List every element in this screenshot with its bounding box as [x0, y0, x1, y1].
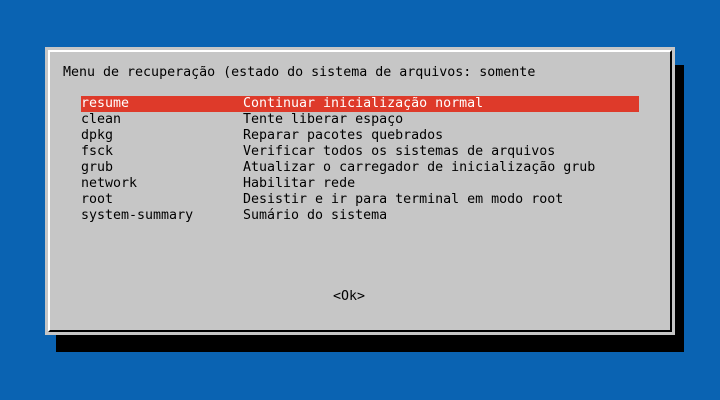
- menu-item-system-summary[interactable]: system-summary Sumário do sistema: [81, 208, 639, 224]
- menu-item-dpkg[interactable]: dpkg Reparar pacotes quebrados: [81, 128, 639, 144]
- menu-item-description: Desistir e ir para terminal em modo root: [243, 192, 564, 207]
- menu-item-resume[interactable]: resume Continuar inicialização normal: [81, 96, 639, 112]
- menu-item-network[interactable]: network Habilitar rede: [81, 176, 639, 192]
- menu-item-tag: resume: [81, 96, 130, 111]
- menu-item-description: Sumário do sistema: [243, 208, 388, 223]
- menu-item-clean[interactable]: clean Tente liberar espaço: [81, 112, 639, 128]
- menu-item-description: Habilitar rede: [243, 176, 356, 191]
- menu-item-tag: dpkg: [81, 128, 114, 143]
- menu-item-description: Continuar inicialização normal: [243, 96, 484, 111]
- menu-item-fsck[interactable]: fsck Verificar todos os sistemas de arqu…: [81, 144, 639, 160]
- recovery-menu-dialog: Menu de recuperação (estado do sistema d…: [45, 47, 675, 335]
- dialog-title: Menu de recuperação (estado do sistema d…: [63, 65, 536, 80]
- menu-item-tag: grub: [81, 160, 114, 175]
- menu-item-tag: clean: [81, 112, 122, 127]
- recovery-menu-list: resume Continuar inicialização normal cl…: [81, 96, 639, 224]
- menu-item-description: Tente liberar espaço: [243, 112, 404, 127]
- menu-item-description: Reparar pacotes quebrados: [243, 128, 444, 143]
- menu-item-tag: root: [81, 192, 114, 207]
- menu-item-tag: fsck: [81, 144, 114, 159]
- menu-item-tag: network: [81, 176, 138, 191]
- menu-item-tag: system-summary: [81, 208, 194, 223]
- menu-item-description: Verificar todos os sistemas de arquivos: [243, 144, 556, 159]
- menu-item-grub[interactable]: grub Atualizar o carregador de inicializ…: [81, 160, 639, 176]
- menu-item-root[interactable]: root Desistir e ir para terminal em modo…: [81, 192, 639, 208]
- menu-item-description: Atualizar o carregador de inicialização …: [243, 160, 596, 175]
- ok-button[interactable]: <Ok>: [333, 289, 365, 305]
